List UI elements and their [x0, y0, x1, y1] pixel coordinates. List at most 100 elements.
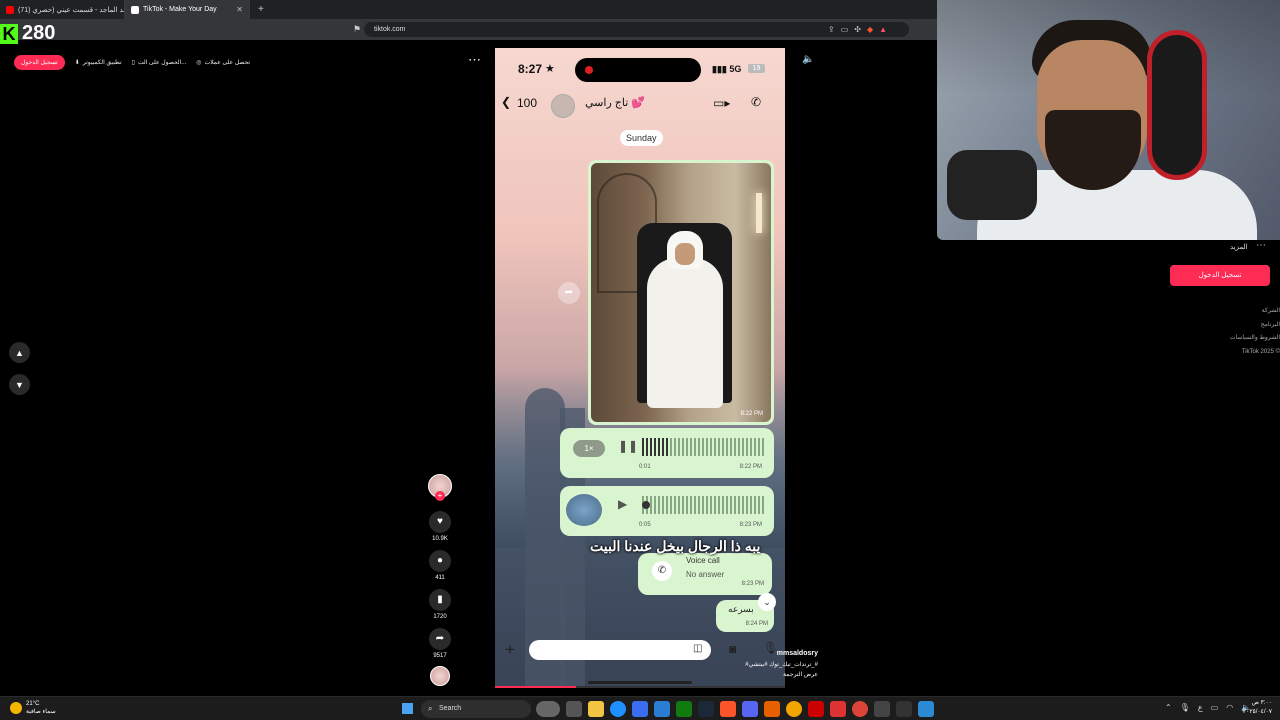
youtube-app-icon[interactable]	[808, 701, 824, 717]
phone-status-bar: 8:27 ★ ▮▮▮ 5G 19	[495, 48, 785, 88]
sidebar-login-button[interactable]: تسجيل الدخول	[1170, 265, 1270, 286]
sticker-icon: ◫	[693, 643, 703, 654]
photo-of-man-in-chair: 8:22 PM	[591, 163, 771, 422]
more-link[interactable]: المزيد	[1230, 243, 1248, 251]
coins-link[interactable]: ◎ تحصل على عملات	[196, 59, 250, 66]
xbox-icon[interactable]	[676, 701, 692, 717]
close-tab-icon[interactable]: ✕	[236, 5, 243, 14]
save-button[interactable]: ▮ 1720	[427, 589, 453, 620]
desktop-app-link[interactable]: ⬇ تطبيق الكمبيوتر	[75, 59, 122, 66]
tray-chevron-icon[interactable]: ⌃	[1165, 703, 1172, 712]
phone-icon: ✆	[751, 95, 762, 109]
footer-link-program[interactable]: البرنامج	[1200, 319, 1280, 333]
video-player[interactable]: 8:27 ★ ▮▮▮ 5G 19 ❮ 100 تاج راسي 💕 ▭▸ ✆ S…	[495, 48, 785, 688]
bookmark-icon[interactable]: ⚑	[353, 24, 361, 35]
hashtags[interactable]: #ترندات_تيك_توك #بيتشي_#	[740, 660, 818, 670]
video-caption: يبه ذا الرجال بيخل عندنا البيت	[590, 538, 761, 554]
monitor-icon[interactable]: ▭	[1211, 703, 1219, 712]
photoshop-icon[interactable]	[918, 701, 934, 717]
vlc-icon[interactable]	[764, 701, 780, 717]
tab-tiktok[interactable]: TikTok - Make Your Day ✕	[125, 0, 250, 19]
screen-icon[interactable]: ▭	[841, 25, 849, 34]
save-count: 1720	[433, 614, 447, 620]
creator-avatar[interactable]: +	[427, 474, 453, 501]
video-author-info: mmsaldosry #ترندات_تيك_توك #بيتشي_# عرض …	[740, 648, 818, 680]
comment-count: 411	[435, 575, 445, 581]
voice-duration: 0:01	[639, 464, 651, 470]
plus-icon: +	[505, 640, 515, 659]
footer-link-company[interactable]: الشركة	[1200, 305, 1280, 319]
taskbar-search[interactable]: Search	[421, 700, 531, 718]
chevron-up-icon: ▲	[15, 347, 24, 358]
follow-plus-icon[interactable]: +	[435, 491, 445, 501]
tray-mic-icon[interactable]: 🎙	[1180, 703, 1190, 712]
tiktok-favicon-icon	[131, 5, 139, 14]
widgets-icon[interactable]	[536, 701, 560, 717]
weather-widget[interactable]: 21°C سماء صافية	[10, 700, 56, 716]
share-icon[interactable]: ⇪	[828, 25, 835, 34]
video-progress-bar[interactable]	[495, 686, 785, 688]
system-tray: ⌃ 🎙 ع ▭ ◠ 🔈	[1165, 703, 1251, 712]
footer-link-terms[interactable]: الشروط والسياسات	[1200, 332, 1280, 346]
kick-logo: K	[0, 23, 18, 44]
message-text: بسرعه	[728, 604, 754, 614]
file-explorer-icon[interactable]	[588, 701, 604, 717]
previous-video-button[interactable]: ▲	[9, 342, 30, 363]
microphone	[947, 150, 1037, 220]
comment-button[interactable]: ● 411	[427, 550, 453, 581]
home-indicator	[588, 681, 692, 684]
photo-time: 8:22 PM	[740, 411, 763, 417]
voice-duration: 0:05	[639, 522, 651, 528]
heart-icon: ♥	[429, 511, 451, 533]
wifi-icon[interactable]: ◠	[1226, 703, 1233, 712]
like-button[interactable]: ♥ 10.9K	[427, 511, 453, 542]
recording-icon	[585, 66, 593, 74]
voice-call-status: No answer	[686, 570, 725, 579]
chat-header: ❮ 100 تاج راسي 💕 ▭▸ ✆	[495, 92, 785, 118]
next-video-button[interactable]: ▼	[9, 374, 30, 395]
share-button[interactable]: ➦ 9517	[427, 628, 453, 659]
waveform	[642, 496, 764, 514]
browser-tab-bar: (71) راشد الماجد - قسمت عيني (حصري ✕ Tik…	[0, 0, 940, 19]
app-icon[interactable]	[786, 701, 802, 717]
steam-icon[interactable]	[698, 701, 714, 717]
comment-icon: ●	[429, 550, 451, 572]
calculator-icon[interactable]	[896, 701, 912, 717]
sound-avatar[interactable]	[427, 666, 453, 686]
task-view-icon[interactable]	[566, 701, 582, 717]
weather-desc: سماء صافية	[26, 709, 56, 715]
signal-label: ▮▮▮ 5G	[712, 64, 742, 74]
mail-icon[interactable]	[654, 701, 670, 717]
edge-icon[interactable]	[610, 701, 626, 717]
share-icon: ➦	[429, 628, 451, 650]
taskbar-clock[interactable]: ٣:٠٠ ص ٢٠٢٥/٠٤/٠٧	[1240, 699, 1272, 717]
brave-shield-icon[interactable]: ◆	[867, 25, 873, 34]
windows-start-icon[interactable]	[402, 703, 413, 714]
day-separator: Sunday	[620, 130, 663, 146]
author-username[interactable]: mmsaldosry	[740, 648, 818, 660]
extension-icon[interactable]: ✣	[854, 25, 861, 34]
chrome-icon[interactable]	[852, 701, 868, 717]
see-translation-link[interactable]: عرض الترجمة	[740, 670, 818, 680]
login-button[interactable]: تسجيل الدخول	[14, 55, 65, 70]
address-icons: ⇪ ▭ ✣ ◆ ▲	[828, 25, 887, 34]
more-menu-icon[interactable]: ⋯	[1256, 240, 1266, 251]
tab-label: (71) راشد الماجد - قسمت عيني (حصري	[18, 6, 125, 14]
media-icon[interactable]	[830, 701, 846, 717]
tab-label: TikTok - Make Your Day	[143, 6, 217, 13]
pause-icon: ❚❚	[618, 439, 639, 453]
get-app-link[interactable]: ▯ الحصول على الت...	[132, 59, 187, 66]
tab-youtube[interactable]: (71) راشد الماجد - قسمت عيني (حصري ✕	[0, 0, 125, 19]
brave-icon[interactable]	[720, 701, 736, 717]
rewards-icon[interactable]: ▲	[879, 25, 887, 34]
new-tab-button[interactable]: +	[250, 4, 272, 15]
language-indicator[interactable]: ع	[1198, 703, 1203, 712]
discord-icon[interactable]	[742, 701, 758, 717]
missed-call-icon: ✆	[652, 561, 672, 581]
url-text: tiktok.com	[374, 26, 406, 33]
volume-icon[interactable]: 🔈	[802, 54, 814, 65]
youtube-favicon-icon	[6, 5, 14, 14]
store-icon[interactable]	[632, 701, 648, 717]
capcut-icon[interactable]	[874, 701, 890, 717]
more-options-icon[interactable]: ⋯	[468, 52, 481, 68]
